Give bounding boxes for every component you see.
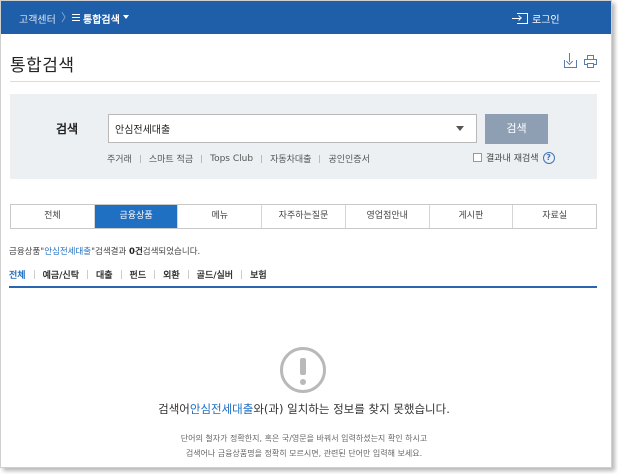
empty-prefix: 검색어: [158, 402, 190, 416]
title-divider: [10, 81, 600, 82]
tab-financial-products[interactable]: 금융상품: [94, 205, 179, 228]
breadcrumb-separator: 〉: [61, 11, 72, 24]
empty-keyword: 안심전세대출: [189, 402, 254, 416]
divider: [120, 270, 122, 279]
divider: [261, 154, 263, 163]
research-label[interactable]: 결과내 재검색: [486, 151, 539, 164]
keyword-link[interactable]: 주거래: [107, 152, 132, 165]
tab-library[interactable]: 자료실: [513, 205, 597, 228]
divider: [86, 270, 88, 279]
subtab-insurance[interactable]: 보험: [250, 268, 267, 281]
empty-suffix: 와(과) 일치하는 정보를 찾지 못했습니다.: [253, 402, 450, 416]
exclamation-icon: [280, 347, 326, 393]
divider: [201, 154, 203, 163]
result-suffix: 검색되었습니다.: [142, 247, 201, 257]
empty-state-description: 단어의 철자가 정확한지, 혹은 국/영문을 바꿔서 입력하셨는지 확인 하시고…: [1, 431, 607, 461]
dropdown-arrow-icon[interactable]: [456, 126, 464, 131]
keyword-link[interactable]: 자동차대출: [270, 152, 311, 165]
result-count: 0건: [129, 247, 143, 257]
login-icon: [512, 12, 528, 24]
page-frame: 고객센터 〉 통합검색 로그인 통합검색 검색 검색 주거래 스마트 적금 To…: [0, 0, 612, 468]
download-icon[interactable]: [564, 53, 577, 68]
subtab-divider: [9, 286, 597, 288]
category-tabs: 전체 금융상품 메뉴 자주하는질문 영업점안내 게시판 자료실: [10, 204, 597, 229]
subtab-foreign-exchange[interactable]: 외환: [163, 268, 180, 281]
tab-faq[interactable]: 자주하는질문: [262, 205, 346, 228]
search-box: [108, 114, 477, 143]
product-subtabs: 전체 예금/신탁 대출 펀드 외환 골드/실버 보험: [9, 268, 267, 281]
tab-board[interactable]: 게시판: [429, 205, 514, 228]
result-category: 금융상품: [9, 247, 41, 257]
search-input[interactable]: [115, 115, 445, 142]
search-label: 검색: [56, 122, 79, 136]
keyword-link[interactable]: 스마트 적금: [149, 152, 193, 165]
subtab-all[interactable]: 전체: [9, 268, 26, 281]
tab-menu[interactable]: 메뉴: [178, 205, 263, 228]
subtab-loan[interactable]: 대출: [96, 268, 113, 281]
breadcrumb-home[interactable]: 고객센터: [19, 11, 56, 26]
empty-state-title: 검색어안심전세대출와(과) 일치하는 정보를 찾지 못했습니다.: [1, 401, 607, 417]
breadcrumb-current[interactable]: 통합검색: [83, 11, 120, 26]
tab-all[interactable]: 전체: [11, 205, 95, 228]
page-title: 통합검색: [10, 56, 75, 76]
top-bar: 고객센터 〉 통합검색 로그인: [1, 1, 611, 34]
divider: [139, 154, 141, 163]
menu-icon[interactable]: [72, 14, 80, 21]
keyword-link[interactable]: Tops Club: [210, 154, 253, 164]
print-icon[interactable]: [584, 55, 597, 68]
research-checkbox[interactable]: [473, 153, 482, 162]
divider: [319, 154, 321, 163]
result-summary: 금융상품"안심전세대출"검색결과 0건검색되었습니다.: [9, 245, 200, 257]
divider: [241, 270, 243, 279]
result-keyword: 안심전세대출: [44, 247, 92, 257]
chevron-down-icon[interactable]: [123, 15, 129, 19]
divider: [33, 270, 35, 279]
suggested-keywords: 주거래 스마트 적금 Tops Club 자동차대출 공인인증서: [107, 152, 370, 166]
keyword-link[interactable]: 공인인증서: [328, 152, 369, 165]
subtab-gold-silver[interactable]: 골드/실버: [197, 268, 233, 281]
empty-desc-line-2: 검색어나 금융상품명을 정확히 모르시면, 관련된 단어만 입력해 보세요.: [185, 449, 423, 458]
login-label: 로그인: [532, 14, 560, 26]
empty-desc-line-1: 단어의 철자가 정확한지, 혹은 국/영문을 바꿔서 입력하셨는지 확인 하시고: [180, 434, 428, 443]
help-icon[interactable]: ?: [542, 151, 555, 164]
subtab-fund[interactable]: 펀드: [130, 268, 147, 281]
search-panel: 검색 검색 주거래 스마트 적금 Tops Club 자동차대출 공인인증서 결…: [10, 94, 597, 179]
subtab-deposit-trust[interactable]: 예금/신탁: [43, 268, 79, 281]
divider: [154, 270, 156, 279]
divider: [187, 270, 189, 279]
research-option: 결과내 재검색 ?: [473, 151, 555, 164]
search-button[interactable]: 검색: [485, 114, 548, 144]
tab-branch-info[interactable]: 영업점안내: [345, 205, 430, 228]
login-button[interactable]: 로그인: [512, 10, 560, 26]
result-text: "검색결과: [91, 247, 130, 257]
